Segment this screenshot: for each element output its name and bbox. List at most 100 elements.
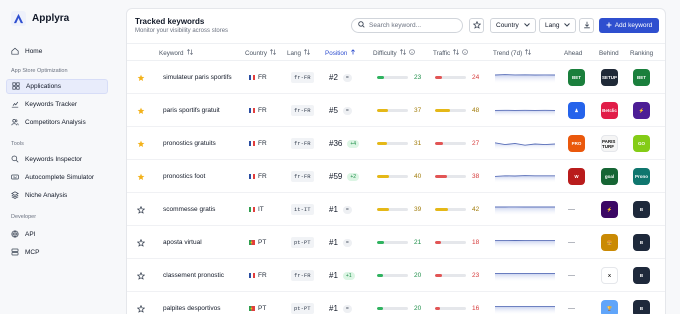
traffic-bar (435, 307, 466, 310)
app-icon-label: Betclic (602, 108, 617, 113)
ranking-app-icon[interactable]: BET (633, 69, 650, 86)
sidebar-item-keywords-inspector[interactable]: Keywords Inspector (6, 152, 108, 167)
table-row[interactable]: palpites desportivos PT pt-PT #1 = 20 16 — 🏆 B (127, 292, 665, 314)
column-header-position[interactable]: Position (325, 44, 356, 62)
column-header-keyword[interactable]: Keyword (159, 44, 193, 62)
sidebar-item-applications[interactable]: Applications (6, 79, 108, 94)
star-filled-icon[interactable] (137, 160, 145, 193)
country-cell: IT (249, 193, 264, 226)
sidebar-item-mcp[interactable]: MCP (6, 245, 108, 260)
app-name: Applyra (32, 13, 70, 24)
table-row[interactable]: paris sportifs gratuit FR fr-FR #5 = 37 48 ♟ Bet… (127, 94, 665, 127)
table-row[interactable]: pronostics foot FR fr-FR #59 +2 40 38 Wgoal Pron… (127, 160, 665, 193)
sidebar-item-label: MCP (25, 249, 40, 256)
sidebar-item-label: Keywords Tracker (25, 101, 78, 108)
sort-icon (453, 49, 460, 57)
sidebar-item-competitors-analysis[interactable]: Competitors Analysis (6, 115, 108, 130)
behind-app-icon[interactable]: X (601, 267, 618, 284)
traffic-cell: 42 (435, 193, 479, 226)
star-icon[interactable] (137, 259, 145, 292)
ranking-app-icon[interactable]: B (633, 201, 650, 218)
behind-app-icon[interactable]: goal (601, 168, 618, 185)
lang-pill: fr-FR (291, 138, 314, 149)
behind-app-icon[interactable]: 🏆 (601, 300, 618, 314)
sidebar-item-api[interactable]: API (6, 227, 108, 242)
sidebar-item-niche-analysis[interactable]: Niche Analysis (6, 188, 108, 203)
flag-icon (249, 239, 258, 246)
difficulty-bar (377, 76, 408, 79)
brand[interactable]: Applyra (11, 11, 69, 26)
column-header-behind: Behind (599, 44, 619, 62)
country-dropdown[interactable]: Country (490, 18, 536, 33)
behind-app-icon[interactable]: PARIS TURF (601, 135, 618, 152)
ranking-app-icon[interactable]: B (633, 300, 650, 314)
column-header-traffic[interactable]: Traffic (433, 44, 468, 62)
star-icon[interactable] (137, 292, 145, 314)
ahead-app-icon[interactable]: W (568, 168, 585, 185)
country-cell: FR (249, 160, 267, 193)
traffic-value: 16 (472, 305, 480, 312)
export-button[interactable] (579, 18, 594, 33)
ahead-app-icon[interactable]: BET (568, 69, 585, 86)
keyword-text: paris sportifs gratuit (163, 107, 220, 114)
table-row[interactable]: aposta virtual PT pt-PT #1 = 21 18 — 🍔 B (127, 226, 665, 259)
search-input[interactable] (369, 22, 459, 29)
favorites-filter-button[interactable] (469, 18, 484, 33)
server-icon (11, 248, 19, 258)
difficulty-value: 40 (414, 173, 422, 180)
info-icon (408, 49, 415, 57)
table-row[interactable]: scommesse gratis IT it-IT #1 = 39 42 — ⚡ B (127, 193, 665, 226)
column-header-trend-7d[interactable]: Trend (7d) (493, 44, 532, 62)
trend-sparkline (495, 109, 555, 117)
search-box[interactable] (351, 18, 463, 33)
behind-app-icon[interactable]: 🍔 (601, 234, 618, 251)
app-icon-label: B (639, 207, 644, 212)
sidebar-item-keywords-tracker[interactable]: Keywords Tracker (6, 97, 108, 112)
lang-pill: it-IT (291, 204, 314, 215)
traffic-cell: 24 (435, 61, 479, 94)
trend-cell (495, 226, 555, 259)
table-row[interactable]: simulateur paris sportifs FR fr-FR #2 = 23 24 B… (127, 61, 665, 94)
behind-cell: 🏆 (601, 292, 618, 314)
download-icon (583, 21, 591, 31)
table-row[interactable]: classement pronostic FR fr-FR #1 +1 20 23 — X B (127, 259, 665, 292)
behind-app-icon[interactable]: Betclic (601, 102, 618, 119)
ahead-app-icon[interactable]: PRO (568, 135, 585, 152)
ranking-app-icon[interactable]: Prono (633, 168, 650, 185)
keyword-text: pronostics foot (163, 173, 206, 180)
lang-dropdown[interactable]: Lang (539, 18, 577, 33)
star-filled-icon[interactable] (137, 94, 145, 127)
behind-app-icon[interactable]: SETUP (601, 69, 618, 86)
column-header-lang[interactable]: Lang (287, 44, 310, 62)
ranking-app-icon[interactable]: B (633, 267, 650, 284)
star-filled-icon[interactable] (137, 127, 145, 160)
add-keyword-button[interactable]: Add keyword (599, 18, 659, 33)
sidebar-item-autocomplete-simulator[interactable]: Autocomplete Simulator (6, 170, 108, 185)
table-row[interactable]: pronostics gratuits FR fr-FR #36 +4 31 27 PRO PA… (127, 127, 665, 160)
ranking-app-icon[interactable]: B (633, 234, 650, 251)
app-icon-label: BET (637, 75, 646, 80)
column-header-country[interactable]: Country (245, 44, 277, 62)
ranking-app-icon[interactable]: ⚡ (633, 102, 650, 119)
keyword-text: classement pronostic (163, 272, 225, 279)
ranking-app-icon[interactable]: GO (633, 135, 650, 152)
star-icon[interactable] (137, 226, 145, 259)
column-header-difficulty[interactable]: Difficulty (373, 44, 415, 62)
home-icon (11, 47, 19, 57)
sidebar-item-label: Home (25, 48, 43, 55)
difficulty-cell: 39 (377, 193, 421, 226)
sidebar-item-home[interactable]: Home (6, 44, 108, 59)
lang-dropdown-label: Lang (545, 22, 560, 29)
difficulty-cell: 21 (377, 226, 421, 259)
ahead-cell: ♟ (568, 94, 585, 127)
star-filled-icon[interactable] (137, 61, 145, 94)
position-change-badge: = (342, 304, 352, 313)
lang-cell: it-IT (291, 193, 314, 226)
column-header-label: Trend (7d) (493, 49, 523, 57)
star-icon[interactable] (137, 193, 145, 226)
lang-pill: pt-PT (291, 303, 314, 314)
behind-app-icon[interactable]: ⚡ (601, 201, 618, 218)
ahead-app-icon[interactable]: ♟ (568, 102, 585, 119)
trend-sparkline (495, 239, 555, 249)
column-header-label: Keyword (159, 49, 184, 57)
